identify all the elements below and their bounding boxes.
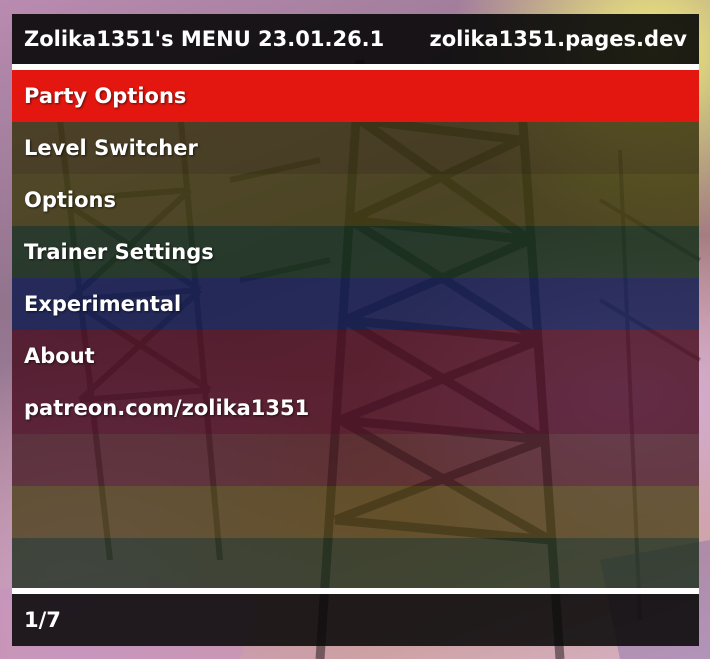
menu-item-label: Level Switcher <box>24 136 198 160</box>
menu-item-label: About <box>24 344 95 368</box>
menu-item-about[interactable]: About <box>12 330 699 382</box>
menu-item-party-options[interactable]: Party Options <box>12 70 699 122</box>
menu-title: Zolika1351's MENU 23.01.26.1 <box>24 27 385 51</box>
menu-footer: 1/7 <box>12 594 699 646</box>
menu-item-label: Party Options <box>24 84 187 108</box>
menu-item-level-switcher[interactable]: Level Switcher <box>12 122 699 174</box>
menu-item-options[interactable]: Options <box>12 174 699 226</box>
website-label: zolika1351.pages.dev <box>429 27 687 51</box>
row-tint <box>12 434 699 486</box>
menu-item-experimental[interactable]: Experimental <box>12 278 699 330</box>
menu-item-patreon-link[interactable]: patreon.com/zolika1351 <box>12 382 699 434</box>
page-indicator: 1/7 <box>24 608 61 632</box>
menu-item-label: Options <box>24 188 116 212</box>
menu-list: Party Options Level Switcher Options Tra… <box>12 70 699 588</box>
row-tint <box>12 486 699 538</box>
menu-item-label: patreon.com/zolika1351 <box>24 396 310 420</box>
game-background: Zolika1351's MENU 23.01.26.1 zolika1351.… <box>0 0 710 659</box>
menu-item-label: Trainer Settings <box>24 240 214 264</box>
row-tint <box>12 538 699 588</box>
trainer-menu: Zolika1351's MENU 23.01.26.1 zolika1351.… <box>12 14 699 646</box>
menu-item-trainer-settings[interactable]: Trainer Settings <box>12 226 699 278</box>
menu-header: Zolika1351's MENU 23.01.26.1 zolika1351.… <box>12 14 699 64</box>
menu-item-label: Experimental <box>24 292 182 316</box>
